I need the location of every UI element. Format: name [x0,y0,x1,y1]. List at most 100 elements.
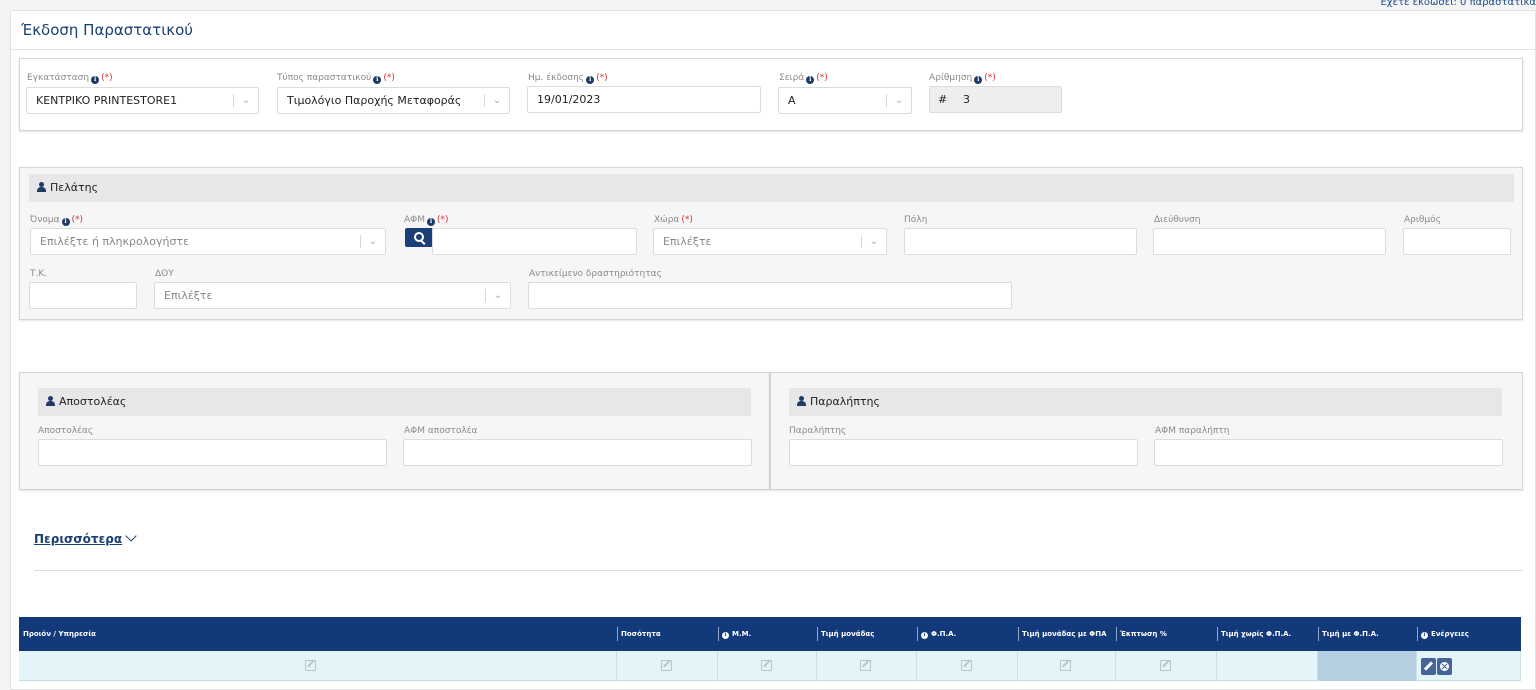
delete-row-button[interactable] [1437,658,1452,675]
doy-placeholder: Επιλέξτε [164,289,213,302]
column-header[interactable]: Τιμή χωρίς Φ.Π.Α. [1217,617,1318,651]
pencil-icon [1423,661,1434,671]
number-field: # 3 [929,86,1062,113]
table-cell[interactable] [1116,651,1217,681]
number-label: Αρίθμηση i (*) [929,73,996,84]
table-cell[interactable] [718,651,817,681]
column-header-label: Ενέργειες [1431,630,1469,638]
column-header[interactable]: i Μ.Μ. [718,617,817,651]
customer-title: Πελάτης [50,181,99,194]
info-icon: i [806,76,815,84]
info-icon: i [974,76,983,84]
series-select[interactable]: A ⌄ [778,87,912,114]
sender-name-input[interactable] [38,439,387,466]
edit-icon[interactable] [1060,660,1071,671]
column-header-label: Φ.Π.Α. [931,630,957,638]
receiver-afm-input[interactable] [1154,439,1503,466]
installation-select[interactable]: KENTPIKO PRINTESTORE1 ⌄ [26,87,259,114]
table-row [19,651,1521,681]
column-header[interactable]: Ποσότητα [617,617,718,651]
edit-icon[interactable] [761,660,772,671]
issue-date-label: Ημ. έκδοσης i (*) [528,73,608,84]
series-label: Σειρά i (*) [779,73,828,84]
column-header[interactable]: Τιμή με Φ.Π.Α. [1318,617,1417,651]
user-icon [37,182,46,192]
column-header-label: Έκπτωση % [1120,630,1167,638]
customer-address-label: Διεύθυνση [1154,215,1201,225]
info-icon: i [61,218,70,226]
receiver-panel: Παραλήπτης Παραλήπτης ΑΦΜ παραλήπτη [770,372,1523,490]
column-header[interactable]: Τιμή μονάδας [817,617,917,651]
activity-input[interactable] [528,282,1012,309]
column-header[interactable]: i Φ.Π.Α. [917,617,1018,651]
customer-country-select[interactable]: Επιλέξτε ⌄ [653,228,887,255]
customer-name-select[interactable]: Επιλέξτε ή πληκρολογήστε ⌄ [30,228,386,255]
column-header-label: Τιμή μονάδας με ΦΠΑ [1022,630,1107,638]
column-header[interactable]: Έκπτωση % [1116,617,1217,651]
info-icon: i [586,76,595,84]
customer-street-number-input[interactable] [1403,228,1511,255]
more-toggle-link[interactable]: Περισσότερα [34,530,137,546]
column-header-label: Προιόν / Υπηρεσία [23,630,96,638]
doc-type-label: Τύπος παραστατικού i (*) [277,73,395,84]
table-cell[interactable] [1318,651,1417,681]
column-header-label: Μ.Μ. [732,630,752,638]
table-cell[interactable] [617,651,718,681]
info-icon: i [1421,632,1428,639]
table-cell[interactable] [1217,651,1318,681]
sender-panel: Αποστολέας Αποστολέας ΑΦΜ αποστολέα [19,372,770,490]
table-cell[interactable] [1018,651,1116,681]
number-prefix: # [938,93,948,106]
close-icon [1440,662,1449,671]
customer-name-label: Όνομα i (*) [30,215,84,226]
column-header[interactable]: Τιμή μονάδας με ΦΠΑ [1018,617,1116,651]
edit-icon[interactable] [860,660,871,671]
series-value: A [788,94,796,107]
customer-afm-input[interactable] [432,228,637,255]
sender-name-label: Αποστολέας [38,426,94,436]
afm-search-button[interactable] [405,228,433,247]
customer-afm-label: ΑΦΜ i (*) [404,215,449,226]
installation-value: KENTPIKO PRINTESTORE1 [36,94,178,107]
edit-icon[interactable] [961,660,972,671]
customer-section-header: Πελάτης [29,174,1514,202]
table-cell[interactable] [19,651,617,681]
chevron-down-icon: ⌄ [492,95,502,106]
postal-code-input[interactable] [29,282,137,309]
page-title: Έκδοση Παραστατικού [21,21,193,39]
customer-name-placeholder: Επιλέξτε ή πληκρολογήστε [40,235,189,248]
chevron-down-icon: ⌄ [368,236,378,247]
receiver-name-label: Παραλήπτης [789,426,847,436]
chevron-down-icon: ⌄ [241,95,251,106]
receiver-title: Παραλήπτης [810,395,880,408]
column-header[interactable]: i Ενέργειες [1417,617,1521,651]
chevron-down-icon: ⌄ [869,236,879,247]
column-header[interactable]: Προιόν / Υπηρεσία [19,617,617,651]
edit-icon[interactable] [661,660,672,671]
doc-type-value: Τιμολόγιο Παροχής Μεταφοράς [287,94,462,107]
table-cell[interactable] [1417,651,1521,681]
sender-afm-input[interactable] [403,439,752,466]
info-icon: i [91,76,100,84]
user-icon [797,396,806,406]
edit-row-button[interactable] [1421,658,1436,675]
sender-title: Αποστολέας [59,395,127,408]
items-table-header: Προιόν / Υπηρεσία Ποσότητα i Μ.Μ. Τιμή μονάδ… [19,617,1521,651]
edit-icon[interactable] [1160,660,1171,671]
issue-date-input[interactable]: 19/01/2023 [527,86,761,113]
receiver-name-input[interactable] [789,439,1138,466]
edit-icon[interactable] [305,660,316,671]
customer-city-input[interactable] [904,228,1137,255]
table-cell[interactable] [917,651,1018,681]
section-divider [34,570,1523,571]
doy-select[interactable]: Επιλέξτε ⌄ [154,282,511,309]
customer-address-input[interactable] [1153,228,1386,255]
column-header-label: Ποσότητα [621,630,661,638]
doc-type-select[interactable]: Τιμολόγιο Παροχής Μεταφοράς ⌄ [277,87,510,114]
info-icon: i [722,632,729,639]
issued-count-note: Έχετε εκδώσει: 0 παραστατικά [1379,0,1536,8]
chevron-down-icon: ⌄ [493,290,503,301]
receiver-section-header: Παραλήπτης [789,388,1502,416]
receiver-afm-label: ΑΦΜ παραλήπτη [1155,426,1230,436]
table-cell[interactable] [817,651,917,681]
